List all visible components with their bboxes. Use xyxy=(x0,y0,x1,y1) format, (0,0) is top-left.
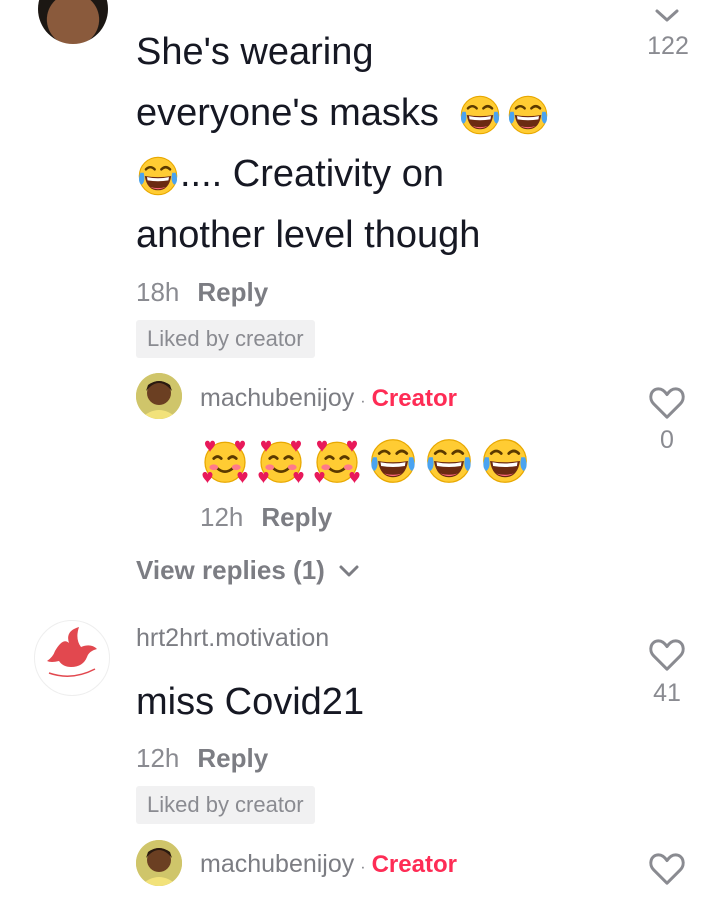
heart-icon[interactable] xyxy=(648,386,686,425)
timestamp: 12h xyxy=(136,743,180,773)
emoji-row xyxy=(200,436,530,486)
separator: · xyxy=(360,393,366,410)
comment-line: .... Creativity on xyxy=(136,144,616,205)
username[interactable]: machubenijoy xyxy=(200,850,354,878)
comment-text: miss Covid21 xyxy=(136,681,365,723)
liked-by-creator-badge: Liked by creator xyxy=(136,320,315,358)
username[interactable]: hrt2hrt.motivation xyxy=(136,624,329,653)
heart-icon[interactable] xyxy=(648,638,686,677)
heart-face-emoji-icon xyxy=(256,436,306,486)
reply-button[interactable]: Reply xyxy=(261,502,332,532)
heart-face-emoji-icon xyxy=(200,436,250,486)
timestamp: 12h xyxy=(200,502,244,532)
laughing-emoji-icon xyxy=(136,154,180,198)
chevron-down-icon xyxy=(339,565,359,577)
dove-logo-icon xyxy=(47,627,97,677)
avatar[interactable] xyxy=(38,0,108,44)
heart-face-emoji-icon xyxy=(312,436,362,486)
laughing-emoji-icon xyxy=(424,436,474,486)
laughing-emoji-icon xyxy=(480,436,530,486)
reply-header: machubenijoy · Creator xyxy=(200,384,457,413)
view-replies-button[interactable]: View replies (1) xyxy=(136,555,360,586)
laughing-emoji-icon xyxy=(368,436,418,486)
comment-line: everyone's masks xyxy=(136,83,616,144)
like-count: 0 xyxy=(660,426,674,454)
chevron-down-icon[interactable] xyxy=(654,8,680,29)
username[interactable]: machubenijoy xyxy=(200,384,354,412)
comment-meta: 12h Reply xyxy=(136,743,268,774)
heart-icon[interactable] xyxy=(648,852,686,891)
timestamp: 18h xyxy=(136,277,180,307)
comment-line-text: everyone's masks xyxy=(136,92,439,134)
like-count: 41 xyxy=(653,679,681,707)
like-count: 122 xyxy=(647,32,689,60)
comment-meta: 18h Reply xyxy=(136,277,268,308)
laughing-emoji-icon xyxy=(506,93,550,137)
avatar[interactable] xyxy=(136,373,182,419)
reply-meta: 12h Reply xyxy=(200,502,332,533)
laughing-emoji-icon xyxy=(458,93,502,137)
comment-line: She's wearing xyxy=(136,31,374,73)
creator-label: Creator xyxy=(371,851,457,878)
view-replies-label: View replies (1) xyxy=(136,555,325,585)
separator: · xyxy=(360,859,366,876)
liked-by-creator-badge: Liked by creator xyxy=(136,786,315,824)
comment-line: another level though xyxy=(136,214,481,256)
reply-button[interactable]: Reply xyxy=(197,743,268,773)
comment-text: She's wearing everyone's masks .... Crea… xyxy=(136,22,616,266)
avatar[interactable] xyxy=(34,620,110,696)
creator-label: Creator xyxy=(371,385,457,412)
comment-line-text: .... Creativity on xyxy=(180,153,444,195)
reply-header: machubenijoy · Creator xyxy=(200,850,457,879)
avatar[interactable] xyxy=(136,840,182,886)
reply-button[interactable]: Reply xyxy=(197,277,268,307)
